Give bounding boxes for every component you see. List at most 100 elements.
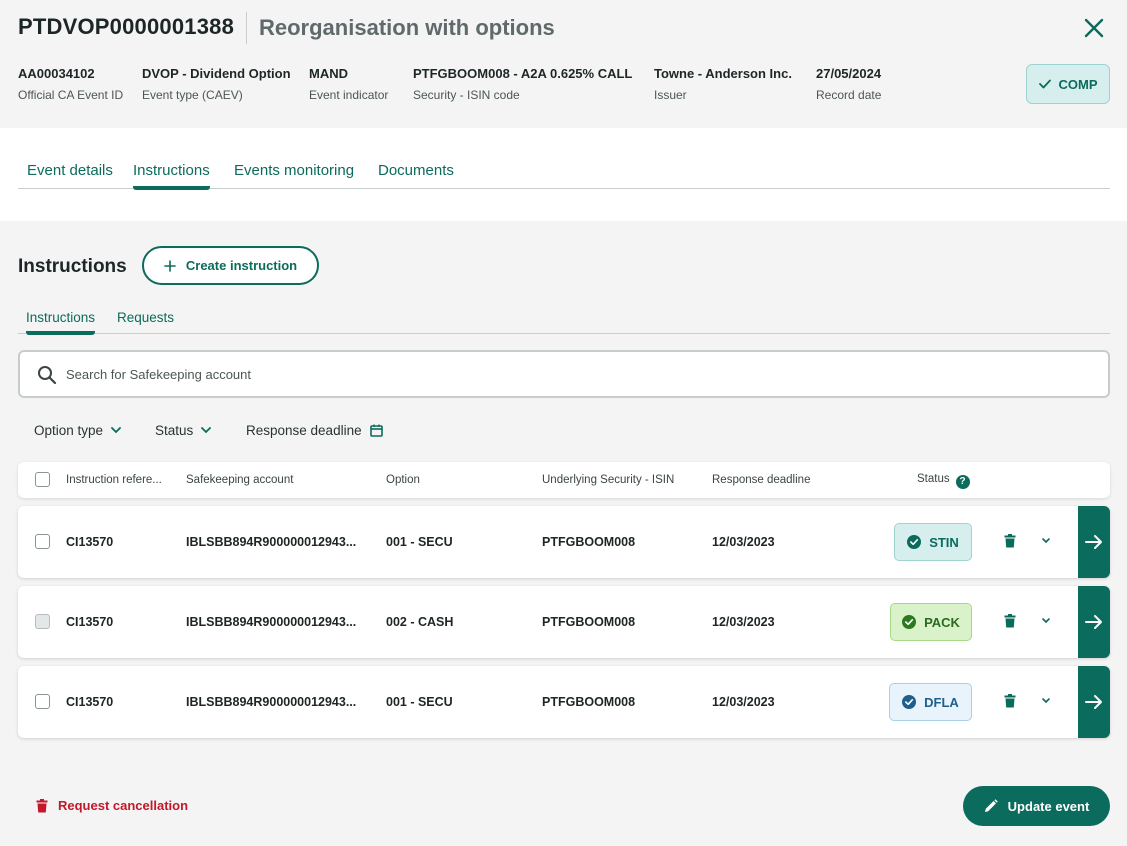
subtab-requests[interactable]: Requests	[117, 310, 174, 325]
tab-instructions[interactable]: Instructions	[133, 162, 210, 190]
col-safekeeping-account[interactable]: Safekeeping account	[186, 474, 293, 486]
status-label: PACK	[924, 614, 960, 630]
plus-icon	[164, 259, 176, 272]
col-option[interactable]: Option	[386, 474, 420, 486]
search-icon	[38, 366, 57, 385]
create-instruction-button[interactable]: Create instruction	[142, 246, 319, 285]
meta-value: AA00034102	[18, 66, 95, 81]
open-row-button[interactable]	[1078, 666, 1110, 738]
update-event-button[interactable]: Update event	[963, 786, 1110, 826]
tab-documents[interactable]: Documents	[378, 162, 454, 179]
cell-ref: CI13570	[66, 615, 114, 629]
check-circle-icon	[902, 615, 917, 629]
meta-event-indicator: MAND Event indicator	[309, 66, 388, 102]
filter-status[interactable]: Status	[155, 423, 212, 438]
chevron-down-icon[interactable]	[1040, 616, 1052, 626]
table-header: Instruction refere... Safekeeping accoun…	[18, 462, 1110, 498]
meta-label: Issuer	[654, 88, 687, 102]
update-event-label: Update event	[1007, 798, 1090, 814]
cell-isin: PTFGBOOM008	[542, 615, 636, 629]
footer-bar: Request cancellation Update event	[0, 762, 1127, 846]
meta-value: Towne - Anderson Inc.	[654, 66, 792, 81]
arrow-right-icon	[1085, 535, 1102, 549]
arrow-right-icon	[1085, 695, 1102, 709]
select-all-checkbox[interactable]	[35, 472, 50, 487]
delete-icon[interactable]	[1004, 694, 1016, 708]
cell-account: IBLSBB894R900000012943...	[186, 695, 357, 709]
sub-tab-bar: Instructions Requests	[18, 310, 1110, 335]
cell-deadline: 12/03/2023	[712, 615, 775, 629]
close-button[interactable]	[1080, 14, 1108, 42]
filter-option-type[interactable]: Option type	[34, 423, 121, 438]
meta-value: DVOP - Dividend Option	[142, 66, 291, 81]
row-checkbox[interactable]	[35, 694, 50, 709]
cell-ref: CI13570	[66, 535, 114, 549]
status-badge: DFLA	[889, 683, 972, 721]
table-row[interactable]: CI13570 IBLSBB894R900000012943... 001 - …	[18, 666, 1110, 738]
col-instruction-ref[interactable]: Instruction refere...	[66, 474, 162, 486]
meta-value: 27/05/2024	[816, 66, 882, 81]
cell-account: IBLSBB894R900000012943...	[186, 615, 357, 629]
col-response-deadline[interactable]: Response deadline	[712, 474, 810, 486]
tab-events-monitoring[interactable]: Events monitoring	[234, 162, 354, 179]
filter-label: Option type	[34, 423, 104, 438]
open-row-button[interactable]	[1078, 586, 1110, 658]
event-status-label: COMP	[1058, 76, 1098, 92]
filter-label: Status	[155, 423, 194, 438]
tab-event-details[interactable]: Event details	[27, 162, 113, 179]
request-cancellation-button[interactable]: Request cancellation	[36, 798, 188, 813]
event-id: PTDVOP0000001388	[18, 14, 235, 39]
meta-value: MAND	[309, 66, 348, 81]
cell-isin: PTFGBOOM008	[542, 535, 636, 549]
create-instruction-label: Create instruction	[185, 258, 298, 273]
event-status-badge: COMP	[1026, 64, 1110, 104]
meta-official-ca-event-id: AA00034102 Official CA Event ID	[18, 66, 123, 102]
meta-value: PTFGBOOM008 - A2A 0.625% CALL	[413, 66, 633, 81]
col-status-label: Status	[917, 473, 950, 485]
delete-icon[interactable]	[1004, 534, 1016, 548]
open-row-button[interactable]	[1078, 506, 1110, 578]
meta-record-date: 27/05/2024 Record date	[816, 66, 881, 102]
section-title: Instructions	[18, 256, 127, 277]
filter-response-deadline[interactable]: Response deadline	[246, 423, 383, 438]
table-row[interactable]: CI13570 IBLSBB894R900000012943... 001 - …	[18, 506, 1110, 578]
cell-option: 001 - SECU	[386, 695, 453, 709]
delete-icon[interactable]	[1004, 614, 1016, 628]
col-underlying-isin[interactable]: Underlying Security - ISIN	[542, 474, 674, 486]
subtab-instructions[interactable]: Instructions	[26, 310, 96, 335]
row-checkbox	[35, 614, 50, 629]
cell-option: 001 - SECU	[386, 535, 453, 549]
pencil-icon	[984, 799, 998, 812]
chevron-down-icon[interactable]	[1040, 536, 1052, 546]
event-header: PTDVOP0000001388 Reorganisation with opt…	[0, 0, 1127, 128]
row-checkbox[interactable]	[35, 534, 50, 549]
status-badge: STIN	[894, 523, 972, 561]
meta-security-isin: PTFGBOOM008 - A2A 0.625% CALL Security -…	[413, 66, 632, 102]
check-icon	[1038, 79, 1051, 89]
search-bar	[18, 350, 1110, 398]
status-badge: PACK	[890, 603, 972, 641]
meta-label: Event indicator	[309, 88, 389, 102]
cell-deadline: 12/03/2023	[712, 535, 775, 549]
event-title: Reorganisation with options	[259, 15, 555, 40]
cell-deadline: 12/03/2023	[712, 695, 775, 709]
cell-isin: PTFGBOOM008	[542, 695, 636, 709]
arrow-right-icon	[1085, 615, 1102, 629]
trash-icon	[36, 798, 48, 812]
status-label: DFLA	[924, 694, 959, 710]
search-input[interactable]	[66, 362, 1086, 386]
meta-label: Event type (CAEV)	[142, 88, 243, 102]
col-status[interactable]: Status?	[917, 473, 970, 489]
status-label: STIN	[929, 534, 959, 550]
meta-label: Official CA Event ID	[18, 88, 124, 102]
cell-ref: CI13570	[66, 695, 114, 709]
meta-label: Security - ISIN code	[413, 88, 520, 102]
help-icon[interactable]: ?	[955, 475, 970, 489]
chevron-down-icon[interactable]	[1040, 696, 1052, 706]
main-tab-bar: Event details Instructions Events monito…	[18, 162, 1110, 190]
table-row[interactable]: CI13570 IBLSBB894R900000012943... 002 - …	[18, 586, 1110, 658]
request-cancellation-label: Request cancellation	[58, 798, 189, 813]
tabs-panel: Event details Instructions Events monito…	[0, 128, 1127, 221]
title-divider	[246, 12, 247, 44]
meta-issuer: Towne - Anderson Inc. Issuer	[654, 66, 792, 102]
